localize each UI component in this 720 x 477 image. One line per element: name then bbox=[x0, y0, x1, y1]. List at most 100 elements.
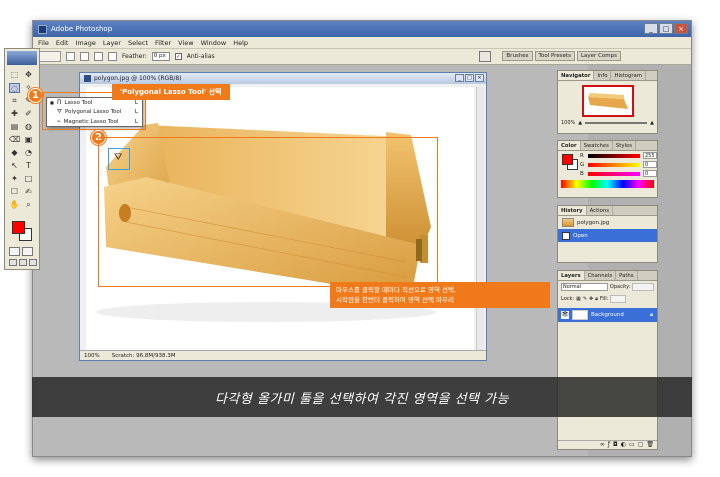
move-tool-icon[interactable]: ✥ bbox=[23, 70, 34, 80]
menu-filter[interactable]: Filter bbox=[155, 39, 171, 47]
history-step-open[interactable]: Open bbox=[558, 229, 657, 242]
path-selection-tool-icon[interactable]: ↖ bbox=[9, 161, 20, 171]
notes-tool-icon[interactable]: ☐ bbox=[9, 187, 20, 197]
eyedropper-tool-icon[interactable]: ✍ bbox=[23, 187, 34, 197]
menu-file[interactable]: File bbox=[38, 39, 49, 47]
tab-layers[interactable]: Layers bbox=[558, 271, 585, 280]
hand-tool-icon[interactable]: ✋ bbox=[9, 200, 20, 210]
blur-tool-icon[interactable]: ◆ bbox=[9, 148, 20, 158]
navigator-zoom-value[interactable]: 100% bbox=[561, 120, 575, 126]
link-layers-icon[interactable]: ∞ bbox=[600, 441, 605, 449]
new-selection-mode-button[interactable] bbox=[66, 52, 75, 61]
delete-layer-icon[interactable]: 🗑︎ bbox=[646, 441, 654, 449]
menu-bar: File Edit Image Layer Select Filter View… bbox=[33, 37, 691, 49]
tab-styles[interactable]: Styles bbox=[613, 141, 636, 150]
lock-transparency-icon[interactable]: ▦ bbox=[576, 296, 581, 302]
history-brush-tool-icon[interactable]: ◍ bbox=[23, 122, 34, 132]
eraser-tool-icon[interactable]: ⌫ bbox=[9, 135, 20, 145]
menu-edit[interactable]: Edit bbox=[56, 39, 69, 47]
red-slider[interactable] bbox=[588, 153, 640, 158]
lock-all-icon[interactable]: 🔒︎ bbox=[595, 296, 598, 302]
file-browser-icon[interactable] bbox=[479, 51, 491, 62]
type-tool-icon[interactable]: T bbox=[23, 161, 34, 171]
doc-maximize-button[interactable]: □ bbox=[465, 74, 474, 82]
close-button[interactable]: × bbox=[674, 23, 688, 34]
standard-mode-button[interactable] bbox=[9, 247, 20, 256]
layer-row-background[interactable]: 👁︎ Background 🔒︎ bbox=[558, 308, 657, 322]
feather-input[interactable]: 0 px bbox=[151, 52, 170, 61]
tab-history[interactable]: History bbox=[558, 206, 587, 215]
foreground-color-swatch[interactable] bbox=[12, 221, 25, 234]
blend-mode-select[interactable]: Normal bbox=[561, 283, 608, 291]
tab-color[interactable]: Color bbox=[558, 141, 581, 150]
lock-position-icon[interactable]: ✥ bbox=[589, 296, 593, 302]
palette-tab-layer-comps[interactable]: Layer Comps bbox=[576, 51, 621, 61]
fill-field[interactable] bbox=[610, 295, 627, 303]
brush-tool-icon[interactable]: ✐ bbox=[23, 109, 34, 119]
clone-stamp-tool-icon[interactable]: ▤ bbox=[9, 122, 20, 132]
intersect-selection-mode-button[interactable] bbox=[108, 52, 117, 61]
quick-mask-mode-button[interactable] bbox=[22, 247, 33, 256]
marquee-tool-icon[interactable]: ⬚ bbox=[9, 70, 20, 80]
minimize-button[interactable]: _ bbox=[644, 23, 658, 34]
layer-thumbnail bbox=[572, 310, 588, 320]
menu-view[interactable]: View bbox=[178, 39, 193, 47]
layer-style-icon[interactable]: ƒ bbox=[608, 441, 610, 449]
zoom-slider[interactable] bbox=[585, 122, 648, 124]
layer-mask-icon[interactable]: ◘ bbox=[613, 441, 618, 449]
rectangle-tool-icon[interactable]: □ bbox=[23, 174, 34, 184]
menu-layer[interactable]: Layer bbox=[103, 39, 121, 47]
green-slider[interactable] bbox=[588, 162, 640, 167]
red-value-field[interactable]: 255 bbox=[643, 152, 657, 159]
antialias-checkbox[interactable]: ✓ bbox=[174, 53, 182, 60]
opacity-field[interactable] bbox=[632, 283, 654, 291]
tab-info[interactable]: Info bbox=[594, 71, 612, 80]
palette-tab-tool-presets[interactable]: Tool Presets bbox=[534, 51, 575, 61]
zoom-in-icon[interactable]: ▲ bbox=[650, 120, 654, 126]
zoom-out-icon[interactable]: ▲ bbox=[578, 120, 582, 126]
tab-paths[interactable]: Paths bbox=[616, 271, 638, 280]
doc-close-button[interactable]: × bbox=[475, 74, 484, 82]
tab-swatches[interactable]: Swatches bbox=[581, 141, 613, 150]
zoom-tool-icon[interactable]: ⌕ bbox=[23, 200, 34, 210]
doc-minimize-button[interactable]: _ bbox=[455, 74, 464, 82]
blue-slider[interactable] bbox=[588, 171, 640, 176]
menu-help[interactable]: Help bbox=[233, 39, 248, 47]
menu-select[interactable]: Select bbox=[128, 39, 148, 47]
history-snapshot[interactable]: polygon.jpg bbox=[558, 216, 657, 229]
eye-icon[interactable]: 👁︎ bbox=[561, 311, 569, 319]
crop-tool-icon[interactable]: ⌗ bbox=[9, 96, 20, 106]
lock-pixels-icon[interactable]: ✎ bbox=[583, 296, 587, 302]
zoom-level[interactable]: 100% bbox=[84, 353, 100, 359]
add-selection-mode-button[interactable] bbox=[80, 52, 89, 61]
green-value-field[interactable]: 0 bbox=[643, 161, 657, 168]
navigator-thumbnail[interactable] bbox=[581, 85, 634, 117]
maximize-button[interactable]: □ bbox=[659, 23, 673, 34]
subtract-selection-mode-button[interactable] bbox=[94, 52, 103, 61]
tab-actions[interactable]: Actions bbox=[587, 206, 613, 215]
tab-histogram[interactable]: Histogram bbox=[611, 71, 646, 80]
tool-preset-picker[interactable] bbox=[39, 51, 61, 62]
color-spectrum-ramp[interactable] bbox=[561, 180, 654, 188]
vertical-scrollbar[interactable] bbox=[476, 87, 484, 350]
new-group-icon[interactable]: ▭ bbox=[629, 441, 635, 449]
adjustment-layer-icon[interactable]: ◐ bbox=[621, 441, 626, 449]
menu-window[interactable]: Window bbox=[201, 39, 227, 47]
pen-tool-icon[interactable]: ✦ bbox=[9, 174, 20, 184]
window-controls: _ □ × bbox=[644, 23, 688, 34]
snapshot-thumbnail bbox=[562, 218, 574, 227]
menu-image[interactable]: Image bbox=[75, 39, 95, 47]
new-layer-icon[interactable]: ▢ bbox=[638, 441, 644, 449]
palette-tab-brushes[interactable]: Brushes bbox=[502, 51, 533, 61]
healing-brush-tool-icon[interactable]: ✚ bbox=[9, 109, 20, 119]
color-panel-foreground-swatch[interactable] bbox=[562, 154, 573, 165]
lasso-tool-icon[interactable]: ◌ bbox=[9, 83, 20, 93]
gradient-tool-icon[interactable]: ▣ bbox=[23, 135, 34, 145]
tab-channels[interactable]: Channels bbox=[585, 271, 617, 280]
tab-navigator[interactable]: Navigator bbox=[558, 71, 595, 80]
full-screen-mode-button[interactable] bbox=[29, 259, 37, 266]
full-screen-menu-mode-button[interactable] bbox=[19, 259, 27, 266]
blue-value-field[interactable]: 0 bbox=[643, 170, 657, 177]
standard-screen-mode-button[interactable] bbox=[9, 259, 17, 266]
dodge-tool-icon[interactable]: ◔ bbox=[23, 148, 34, 158]
